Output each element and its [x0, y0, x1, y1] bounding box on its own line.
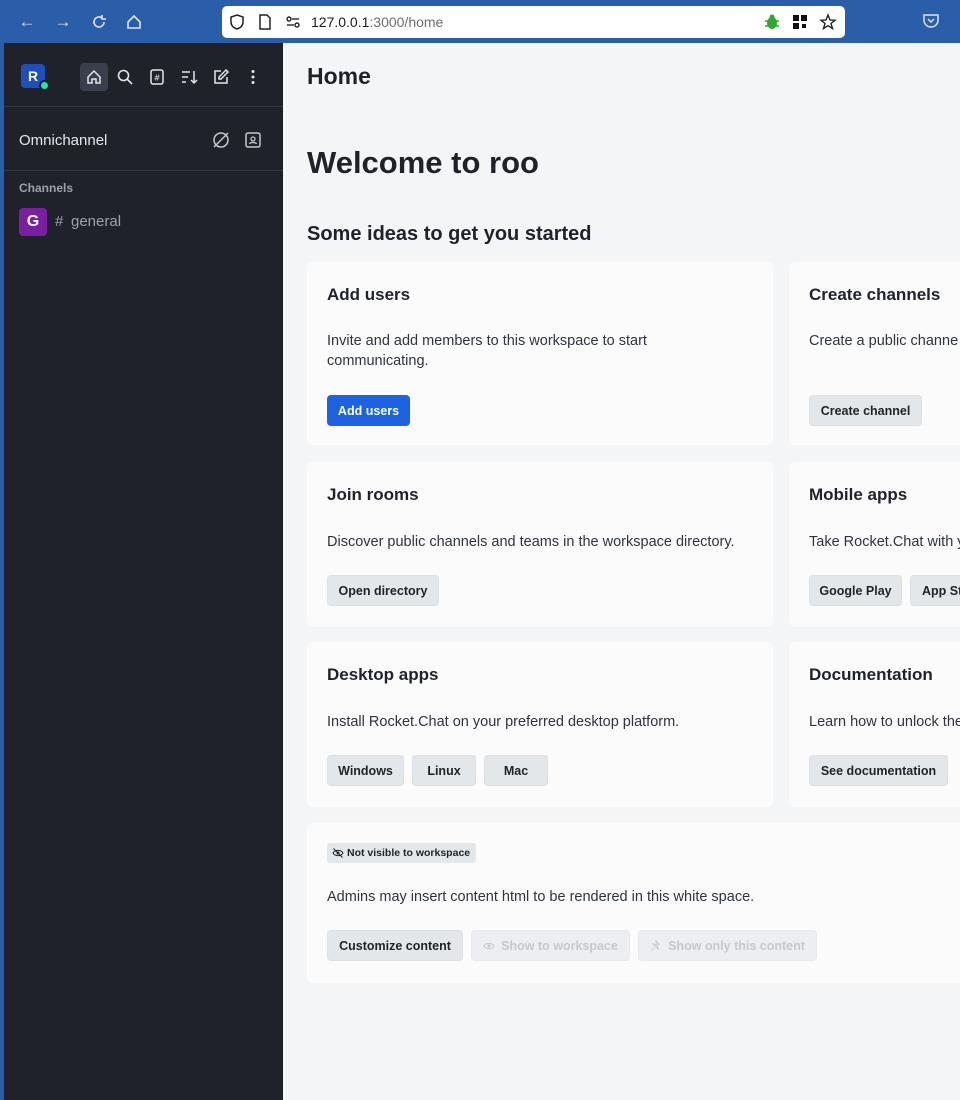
connection-settings-icon[interactable] — [284, 13, 302, 31]
agent-status-off-icon[interactable] — [211, 130, 231, 150]
page-icon — [259, 14, 271, 30]
sidebar-item-general[interactable]: G # general — [4, 206, 283, 236]
browser-toolbar: ← → 127.0.0.1:3000/home — [0, 0, 960, 43]
directory-icon: # — [150, 69, 164, 85]
card-title: Mobile apps — [809, 485, 908, 504]
show-only-this-content-button[interactable]: Show only this content — [638, 930, 817, 961]
button-label: Show to workspace — [501, 939, 618, 953]
app-store-button[interactable]: App St — [910, 575, 960, 606]
channel-name: general — [71, 213, 122, 230]
pocket-icon[interactable] — [921, 11, 941, 31]
search-button[interactable] — [111, 63, 139, 91]
card-title: Add users — [327, 285, 411, 304]
add-users-button[interactable]: Add users — [327, 395, 410, 426]
url-text[interactable]: 127.0.0.1:3000/home — [311, 14, 443, 30]
channel-avatar: G — [19, 208, 47, 236]
show-to-workspace-button[interactable]: Show to workspace — [471, 930, 630, 961]
svg-text:#: # — [154, 74, 161, 83]
create-new-button[interactable] — [207, 63, 235, 91]
google-play-button[interactable]: Google Play — [809, 575, 902, 606]
eye-off-icon — [332, 848, 344, 858]
address-bar[interactable]: 127.0.0.1:3000/home — [222, 6, 845, 38]
card-create-channels: Create channels Create a public channe C… — [789, 262, 960, 445]
search-icon — [117, 69, 133, 85]
card-title: Documentation — [809, 665, 933, 684]
pin-icon — [651, 939, 660, 951]
card-custom-content: Not visible to workspace Admins may inse… — [307, 823, 960, 983]
visibility-badge: Not visible to workspace — [327, 843, 477, 863]
card-mobile-apps: Mobile apps Take Rocket.Chat with y Goog… — [789, 462, 960, 627]
card-documentation: Documentation Learn how to unlock the Se… — [789, 642, 960, 807]
card-title: Desktop apps — [327, 665, 439, 684]
card-description: Invite and add members to this workspace… — [327, 333, 647, 369]
online-status-icon — [39, 80, 50, 91]
back-arrow-icon[interactable]: ← — [16, 11, 38, 33]
page-title: Home — [307, 63, 371, 89]
linux-button[interactable]: Linux — [412, 755, 476, 786]
pencil-square-icon — [214, 68, 230, 84]
sort-icon — [182, 71, 198, 85]
sidebar-toolbar: R # — [4, 43, 283, 107]
forward-arrow-icon[interactable]: → — [52, 11, 74, 33]
bug-extension-icon[interactable] — [763, 13, 781, 31]
card-description: Admins may insert content html to be ren… — [327, 889, 755, 905]
sidebar: R # Omnichannel Channels G # general — [0, 43, 283, 1100]
channels-heading: Channels — [19, 181, 74, 195]
eye-icon — [483, 942, 495, 950]
contact-center-icon[interactable] — [243, 130, 263, 150]
bookmark-star-icon[interactable] — [819, 13, 837, 31]
badge-label: Not visible to workspace — [347, 847, 471, 859]
card-title: Join rooms — [327, 485, 419, 504]
see-documentation-button[interactable]: See documentation — [809, 755, 948, 786]
card-join-rooms: Join rooms Discover public channels and … — [307, 462, 773, 627]
card-description: Discover public channels and teams in th… — [327, 534, 735, 550]
card-description: Install Rocket.Chat on your preferred de… — [327, 714, 680, 730]
main-content: Home Welcome to roo Some ideas to get yo… — [283, 43, 960, 1100]
mac-button[interactable]: Mac — [484, 755, 548, 786]
kebab-menu-icon — [251, 70, 255, 84]
create-channel-button[interactable]: Create channel — [809, 395, 922, 426]
customize-content-button[interactable]: Customize content — [327, 930, 463, 961]
omnichannel-section: Omnichannel — [4, 107, 283, 171]
directory-button[interactable]: # — [143, 63, 171, 91]
sort-button[interactable] — [175, 63, 203, 91]
windows-button[interactable]: Windows — [327, 755, 404, 786]
more-options-button[interactable] — [239, 63, 267, 91]
open-directory-button[interactable]: Open directory — [327, 575, 439, 606]
card-desktop-apps: Desktop apps Install Rocket.Chat on your… — [307, 642, 773, 807]
hashtag-icon: # — [55, 213, 64, 230]
reload-icon[interactable] — [88, 11, 110, 33]
card-description: Learn how to unlock the — [809, 714, 960, 730]
qr-code-icon[interactable] — [791, 13, 809, 31]
button-label: Show only this content — [668, 939, 805, 953]
card-add-users: Add users Invite and add members to this… — [307, 262, 773, 445]
shield-icon[interactable] — [228, 13, 246, 31]
card-title: Create channels — [809, 285, 941, 304]
home-icon[interactable] — [123, 11, 145, 33]
home-icon — [87, 69, 101, 84]
ideas-subheading: Some ideas to get you started — [307, 223, 592, 245]
card-description: Create a public channe — [809, 333, 959, 349]
omnichannel-label: Omnichannel — [19, 132, 108, 149]
home-button[interactable] — [80, 63, 108, 91]
welcome-heading: Welcome to roo — [307, 145, 539, 180]
card-description: Take Rocket.Chat with y — [809, 534, 960, 550]
